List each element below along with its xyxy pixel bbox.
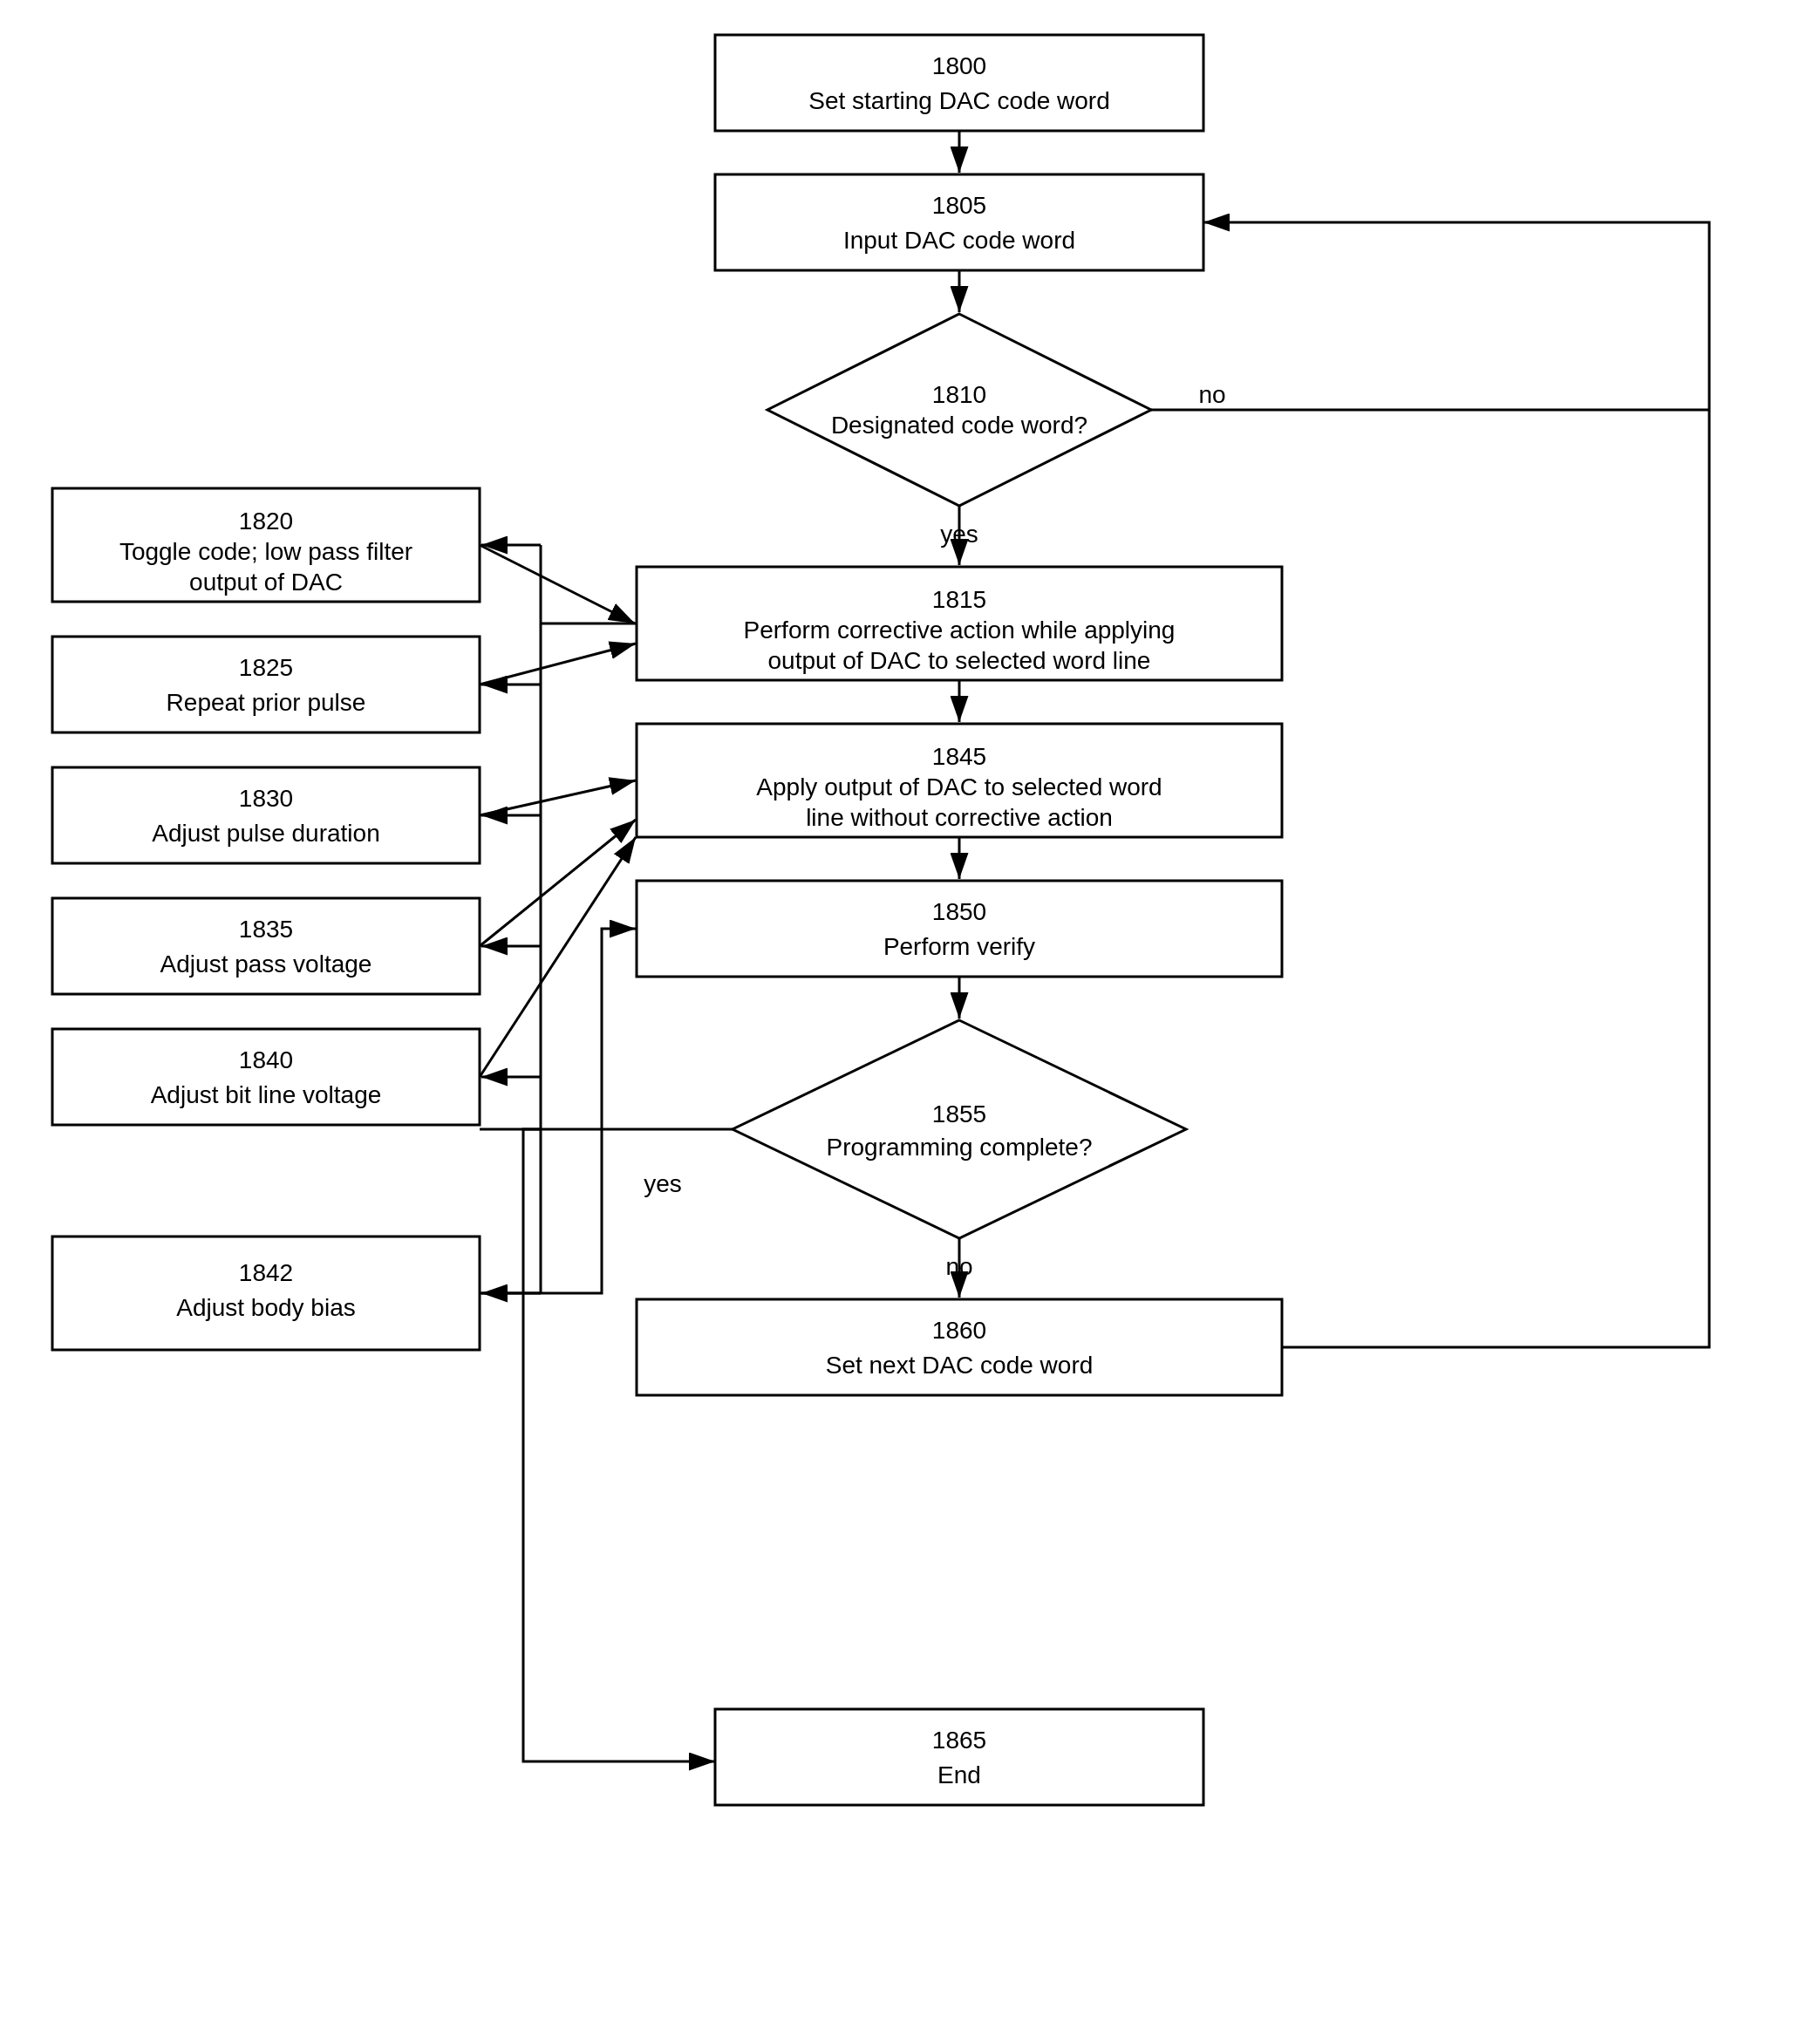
label-1800-2: Set starting DAC code word: [808, 87, 1110, 114]
box-1825: [52, 637, 480, 732]
label-1820-3: output of DAC: [189, 569, 343, 596]
arrow-1855-yes: [523, 1129, 733, 1761]
arrow-1820-1815: [480, 545, 635, 623]
box-1835: [52, 898, 480, 994]
label-1835-2: Adjust pass voltage: [160, 950, 372, 978]
label-1845-1: 1845: [932, 743, 986, 770]
label-1865-2: End: [937, 1761, 981, 1788]
label-1815-2: Perform corrective action while applying: [744, 617, 1176, 644]
label-1815-3: output of DAC to selected word line: [768, 647, 1151, 674]
label-1845-3: line without corrective action: [806, 804, 1113, 831]
label-1855-2: Programming complete?: [826, 1134, 1092, 1161]
diamond-1810: [767, 314, 1151, 506]
label-1840-2: Adjust bit line voltage: [151, 1081, 382, 1108]
label-1820-1: 1820: [239, 508, 293, 535]
label-1850-1: 1850: [932, 898, 986, 925]
label-no-1810: no: [1198, 381, 1225, 408]
box-1865: [715, 1709, 1203, 1805]
arrow-1840-1845-2: [480, 837, 636, 1077]
box-1840: [52, 1029, 480, 1125]
label-1800-1: 1800: [932, 52, 986, 79]
label-1805-1: 1805: [932, 192, 986, 219]
box-1842: [52, 1237, 480, 1350]
box-1850: [637, 881, 1282, 977]
box-1860: [637, 1299, 1282, 1395]
label-1810-1: 1810: [932, 381, 986, 408]
label-1855-1: 1855: [932, 1100, 986, 1128]
label-1860-1: 1860: [932, 1317, 986, 1344]
arrow-1830-1845: [480, 780, 636, 815]
label-1810-2: Designated code word?: [831, 412, 1087, 439]
label-1835-1: 1835: [239, 916, 293, 943]
box-1800: [715, 35, 1203, 131]
label-yes-1855: yes: [644, 1170, 682, 1197]
label-1825-1: 1825: [239, 654, 293, 681]
label-1842-1: 1842: [239, 1259, 293, 1286]
arrow-1842-1850: [480, 929, 636, 1293]
diamond-1855: [733, 1020, 1186, 1238]
box-1805: [715, 174, 1203, 270]
label-1850-2: Perform verify: [883, 933, 1035, 960]
flowchart: 1800 Set starting DAC code word 1805 Inp…: [0, 0, 1820, 2037]
label-1842-2: Adjust body bias: [176, 1294, 355, 1321]
label-1865-1: 1865: [932, 1727, 986, 1754]
label-1820-2: Toggle code; low pass filter: [119, 538, 412, 565]
label-1860-2: Set next DAC code word: [826, 1352, 1094, 1379]
label-1825-2: Repeat prior pulse: [167, 689, 366, 716]
label-1840-1: 1840: [239, 1046, 293, 1073]
label-1845-2: Apply output of DAC to selected word: [756, 773, 1162, 800]
label-1815-1: 1815: [932, 586, 986, 613]
arrow-1835-1845: [480, 820, 636, 946]
label-1830-1: 1830: [239, 785, 293, 812]
box-1830: [52, 767, 480, 863]
label-1830-2: Adjust pulse duration: [152, 820, 380, 847]
arrow-1825-1815: [480, 644, 636, 685]
label-1805-2: Input DAC code word: [843, 227, 1075, 254]
